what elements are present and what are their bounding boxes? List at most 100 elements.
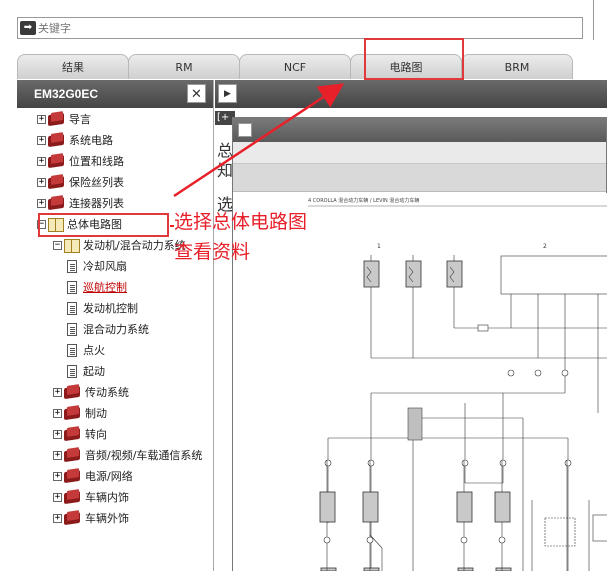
tree-item[interactable]: − 发动机/混合动力系统 — [53, 236, 186, 254]
content-toolbar: ▶ — [215, 80, 607, 108]
tree-item[interactable]: + 车辆外饰 — [53, 509, 129, 527]
tree-item-label: 车辆外饰 — [85, 512, 129, 525]
tree-item-label: 电源/网络 — [85, 470, 133, 483]
expand-icon[interactable]: + — [37, 198, 46, 208]
tree-item-label: 混合动力系统 — [83, 323, 149, 336]
background-text: 知 — [217, 161, 234, 180]
expand-icon[interactable]: + — [53, 471, 62, 481]
page-icon — [67, 301, 77, 315]
open-book-icon — [64, 238, 80, 253]
tree-item-label: 位置和线路 — [69, 155, 124, 168]
tree-item-label: 发动机控制 — [83, 302, 138, 315]
tree-item[interactable]: 发动机控制 — [67, 299, 138, 317]
book-icon — [64, 385, 82, 399]
tree-item-label: 保险丝列表 — [69, 176, 124, 189]
tree-item-label: 音频/视频/车载通信系统 — [85, 449, 203, 462]
tree-item-label: 转向 — [85, 428, 107, 441]
tree-item[interactable]: + 制动 — [53, 404, 107, 422]
tree-item[interactable]: 起动 — [67, 362, 105, 380]
diagram-window-toolbar — [233, 142, 606, 164]
tree-item[interactable]: + 转向 — [53, 425, 107, 443]
expand-icon[interactable]: + — [37, 156, 46, 166]
tree-item-label: 起动 — [83, 365, 105, 378]
wiring-diagram-lower — [232, 460, 607, 571]
page-icon — [67, 343, 77, 357]
tree-item[interactable]: + 音频/视频/车载通信系统 — [53, 446, 202, 464]
tree-item[interactable]: 点火 — [67, 341, 105, 359]
expand-icon[interactable]: + — [53, 429, 62, 439]
tree-item-label: 车辆内饰 — [85, 491, 129, 504]
tab-rm[interactable]: RM — [128, 54, 240, 79]
tree-item-label: 冷却风扇 — [83, 260, 127, 273]
wiring-diagram-lower-svg — [319, 460, 590, 571]
next-button[interactable]: ▶ — [218, 84, 237, 103]
expand-icon[interactable]: + — [37, 177, 46, 187]
book-icon — [48, 175, 66, 189]
book-icon — [48, 154, 66, 168]
diagram-window-subbar — [233, 164, 606, 192]
tree-item[interactable]: 混合动力系统 — [67, 320, 149, 338]
page-icon — [67, 322, 77, 336]
tab-highlight-box — [364, 38, 464, 80]
tab-results[interactable]: 结果 — [17, 54, 129, 79]
tree-item-label: 点火 — [83, 344, 105, 357]
tree-item[interactable]: + 电源/网络 — [53, 467, 133, 485]
diagram-window-titlebar — [233, 118, 606, 142]
window-edge — [593, 0, 607, 40]
column-label: 1 — [377, 243, 381, 250]
tree-item[interactable]: + 导言 — [37, 110, 91, 128]
tab-ncf[interactable]: NCF — [239, 54, 351, 79]
book-icon — [64, 469, 82, 483]
tree-item-label: 发动机/混合动力系统 — [83, 239, 186, 252]
book-icon — [48, 133, 66, 147]
tree-view: + 导言 + 系统电路 + 位置和线路 + 保险丝列表 + 连接器列表 − 总体电路图 − 发动机/混合动… — [17, 110, 213, 571]
panel-title: EM32G0EC — [34, 87, 99, 101]
book-icon — [64, 427, 82, 441]
expand-icon[interactable]: + — [37, 135, 46, 145]
expand-icon[interactable]: + — [53, 492, 62, 502]
expand-icon[interactable]: + — [53, 408, 62, 418]
expand-icon[interactable]: + — [53, 513, 62, 523]
tree-item-label: 导言 — [69, 113, 91, 126]
search-input[interactable] — [38, 19, 582, 37]
panel-header: EM32G0EC ✕ — [17, 80, 213, 108]
book-icon — [48, 112, 66, 126]
page-icon — [67, 364, 77, 378]
expand-icon[interactable]: + — [37, 114, 46, 124]
tree-item[interactable]: + 保险丝列表 — [37, 173, 124, 191]
expand-icon[interactable]: + — [53, 450, 62, 460]
window-icon — [238, 123, 252, 137]
column-label: 2 — [543, 243, 547, 250]
tree-item-label: 系统电路 — [69, 134, 113, 147]
tree-item[interactable]: 巡航控制 — [67, 278, 127, 296]
tab-brm[interactable]: BRM — [461, 54, 573, 79]
tree-item[interactable]: + 位置和线路 — [37, 152, 124, 170]
tab-bar: 结果 RM NCF 电路图 BRM — [17, 54, 579, 79]
annotation-line-2: 查看资料 — [174, 241, 251, 263]
annotation-line-1: 选择总体电路图 — [174, 211, 308, 233]
search-bar: ➡ — [17, 17, 583, 39]
tree-highlight-box — [38, 213, 169, 237]
tree-item[interactable]: + 传动系统 — [53, 383, 129, 401]
arrow-right-icon[interactable]: ➡ — [20, 21, 36, 35]
book-icon — [48, 196, 66, 210]
collapse-icon[interactable]: − — [53, 240, 62, 250]
book-icon — [64, 406, 82, 420]
diagram-header: 4 COROLLA 混合动力车辆 / LEVIN 混合动力车辆 — [308, 197, 419, 204]
tree-item[interactable]: + 车辆内饰 — [53, 488, 129, 506]
tree-item-label: 传动系统 — [85, 386, 129, 399]
close-button[interactable]: ✕ — [187, 84, 206, 103]
book-icon — [64, 511, 82, 525]
page-icon — [67, 280, 77, 294]
tree-item-label: 巡航控制 — [83, 281, 127, 294]
left-panel: EM32G0EC ✕ + 导言 + 系统电路 + 位置和线路 + 保险丝列表 + 连接器列表 − 总体… — [17, 80, 214, 571]
tree-item-label: 制动 — [85, 407, 107, 420]
tree-item[interactable]: + 系统电路 — [37, 131, 113, 149]
tree-item-label: 连接器列表 — [69, 197, 124, 210]
book-icon — [64, 448, 82, 462]
expand-icon[interactable]: + — [53, 387, 62, 397]
book-icon — [64, 490, 82, 504]
tree-item[interactable]: 冷却风扇 — [67, 257, 127, 275]
tree-item[interactable]: + 连接器列表 — [37, 194, 124, 212]
page-icon — [67, 259, 77, 273]
